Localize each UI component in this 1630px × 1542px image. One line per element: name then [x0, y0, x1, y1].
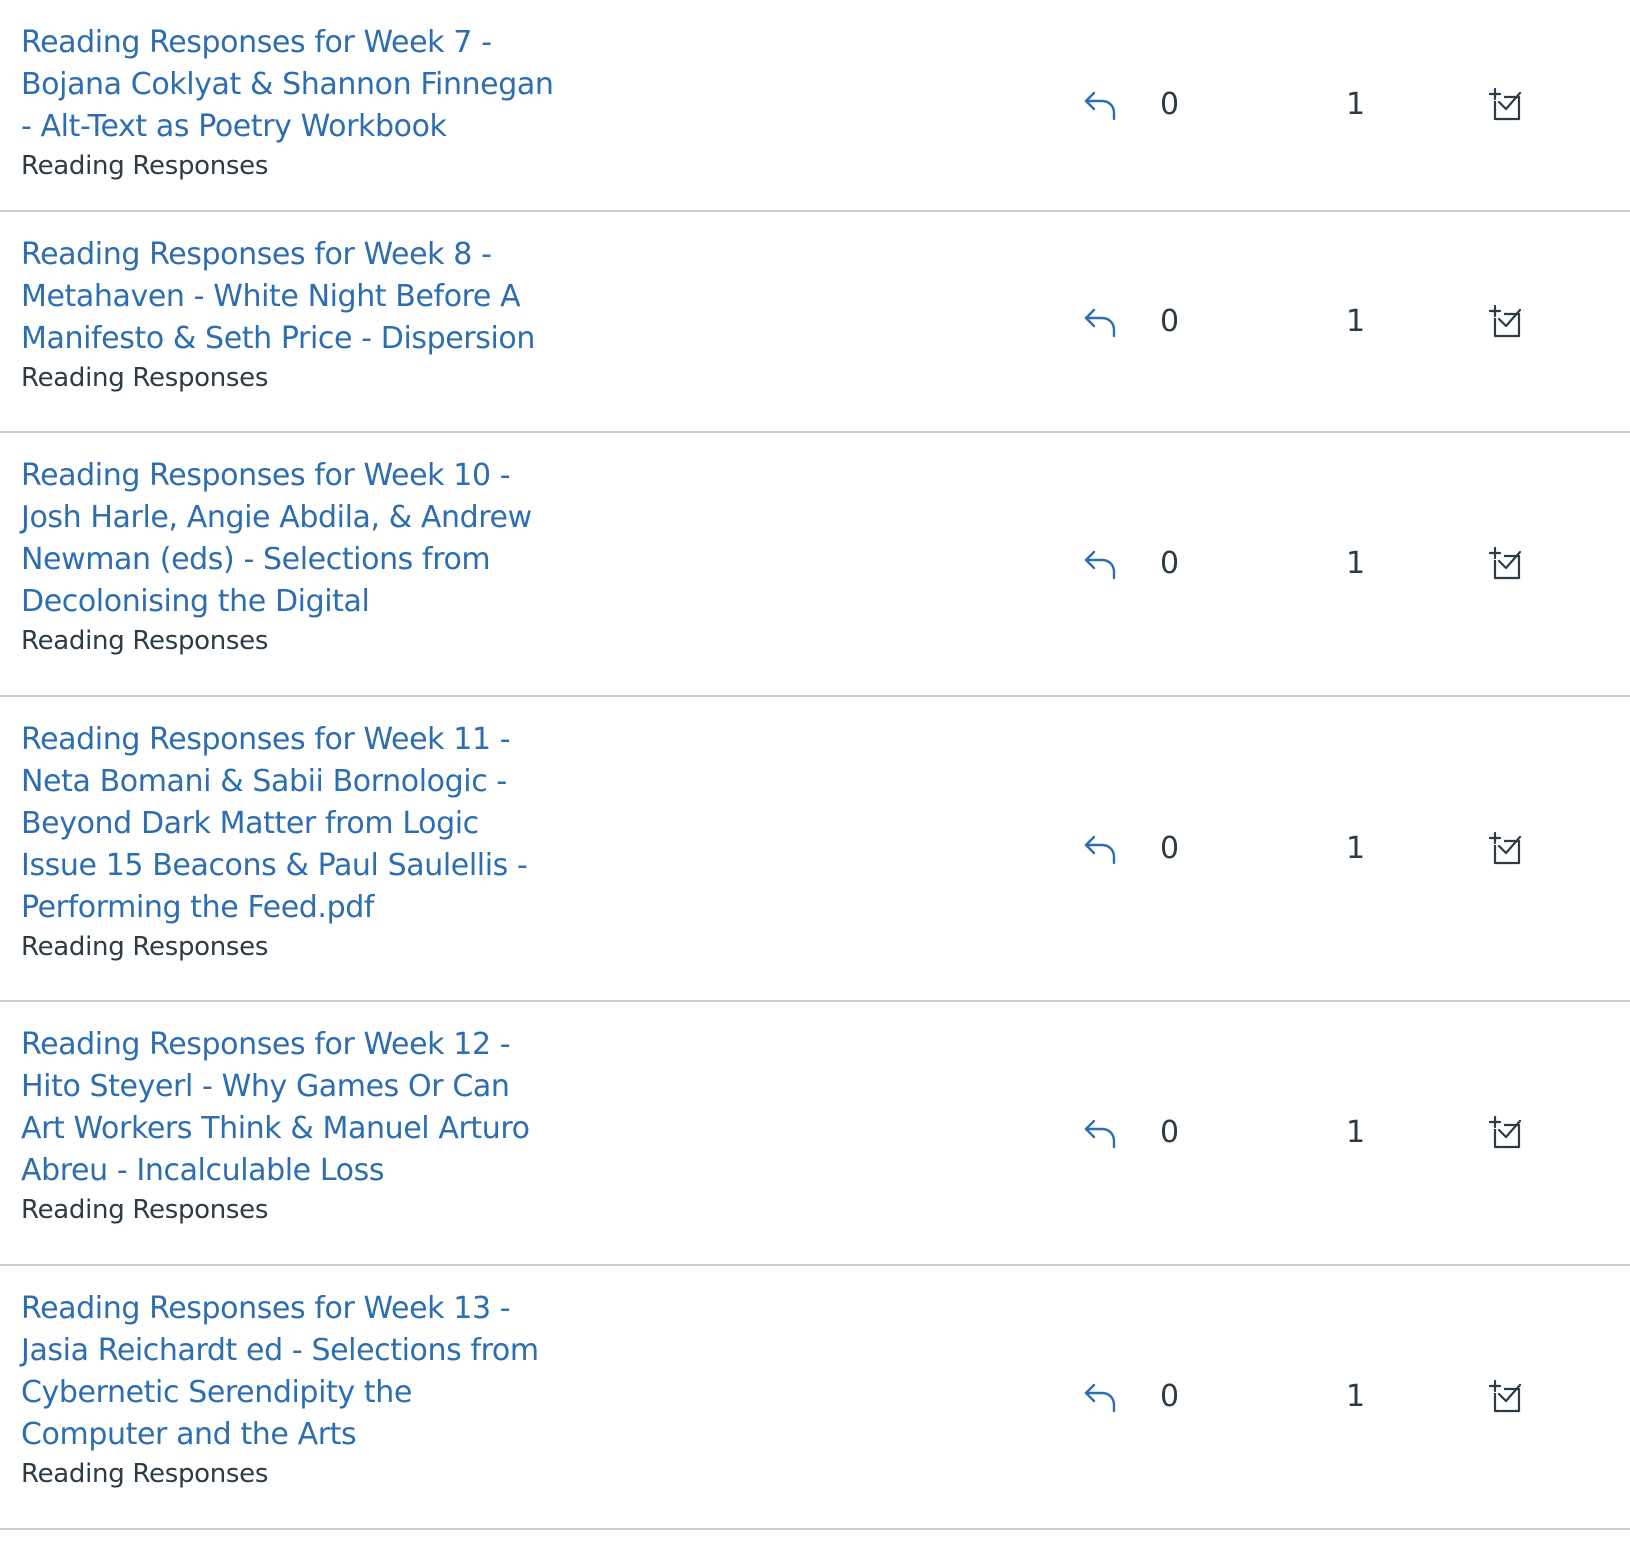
reply-count: 0 [1160, 87, 1180, 122]
unread-count: 1 [1346, 87, 1366, 122]
title-line: Jasia Reichardt ed - Selections from [21, 1333, 539, 1368]
add-to-do-icon[interactable] [1488, 1379, 1522, 1413]
title-line: Hito Steyerl - Why Games Or Can [21, 1069, 510, 1104]
discussion-stats: 0 1 [0, 300, 1630, 344]
discussion-title-link[interactable]: Reading Responses for Week 10 - Josh Har… [21, 455, 581, 623]
reply-arrow-icon[interactable] [1082, 546, 1118, 582]
title-line: Reading Responses for Week 13 - [21, 1291, 511, 1326]
reply-arrow-icon[interactable] [1082, 831, 1118, 867]
discussion-title-link[interactable]: Reading Responses for Week 13 - Jasia Re… [21, 1288, 581, 1456]
reply-count: 0 [1160, 830, 1180, 866]
discussion-stats: 0 1 [0, 827, 1630, 871]
title-line: Reading Responses for Week 10 - [21, 458, 511, 493]
module-label: Reading Responses [21, 363, 269, 393]
reply-count: 0 [1160, 546, 1180, 581]
discussion-row: Reading Responses for Week 10 - Josh Har… [0, 433, 1630, 697]
title-line: Josh Harle, Angie Abdila, & Andrew [21, 500, 532, 535]
module-label: Reading Responses [21, 932, 269, 962]
unread-count: 1 [1346, 1379, 1366, 1414]
module-label: Reading Responses [21, 626, 269, 656]
module-label: Reading Responses [21, 151, 269, 181]
unread-count: 1 [1346, 830, 1366, 866]
unread-count: 1 [1346, 1115, 1366, 1150]
discussion-row: Reading Responses for Week 13 - Jasia Re… [0, 1266, 1630, 1530]
module-label: Reading Responses [21, 1459, 269, 1489]
discussion-row: Reading Responses for Week 12 - Hito Ste… [0, 1002, 1630, 1266]
add-to-do-icon[interactable] [1488, 831, 1522, 865]
module-label: Reading Responses [21, 1195, 269, 1225]
reply-arrow-icon[interactable] [1082, 1379, 1118, 1415]
title-line: Abreu - Incalculable Loss [21, 1153, 385, 1188]
discussion-stats: 0 1 [0, 1111, 1630, 1155]
reply-arrow-icon[interactable] [1082, 304, 1118, 340]
discussion-list: Reading Responses for Week 7 - Bojana Co… [0, 0, 1630, 1530]
title-line: Reading Responses for Week 11 - [21, 722, 511, 757]
discussion-stats: 0 1 [0, 542, 1630, 586]
reply-arrow-icon[interactable] [1082, 87, 1118, 123]
title-line: Decolonising the Digital [21, 584, 370, 619]
add-to-do-icon[interactable] [1488, 1115, 1522, 1149]
title-line: Reading Responses for Week 12 - [21, 1027, 511, 1062]
reply-count: 0 [1160, 303, 1180, 339]
unread-count: 1 [1346, 546, 1366, 581]
reply-count: 0 [1160, 1379, 1180, 1414]
title-line: Reading Responses for Week 8 - [21, 237, 492, 272]
title-line: Reading Responses for Week 7 - [21, 25, 492, 60]
discussion-row: Reading Responses for Week 7 - Bojana Co… [0, 0, 1630, 212]
reply-arrow-icon[interactable] [1082, 1115, 1118, 1151]
unread-count: 1 [1346, 303, 1366, 339]
discussion-stats: 0 1 [0, 83, 1630, 127]
reply-count: 0 [1160, 1115, 1180, 1150]
title-line: Performing the Feed.pdf [21, 890, 375, 925]
add-to-do-icon[interactable] [1488, 304, 1522, 338]
discussion-row: Reading Responses for Week 11 - Neta Bom… [0, 697, 1630, 1002]
discussion-title-link[interactable]: Reading Responses for Week 11 - Neta Bom… [21, 719, 581, 929]
discussion-stats: 0 1 [0, 1375, 1630, 1419]
add-to-do-icon[interactable] [1488, 546, 1522, 580]
add-to-do-icon[interactable] [1488, 87, 1522, 121]
discussion-row: Reading Responses for Week 8 - Metahaven… [0, 212, 1630, 433]
title-line: Computer and the Arts [21, 1417, 357, 1452]
discussion-title-link[interactable]: Reading Responses for Week 12 - Hito Ste… [21, 1024, 581, 1192]
title-line: Neta Bomani & Sabii Bornologic - [21, 764, 507, 799]
